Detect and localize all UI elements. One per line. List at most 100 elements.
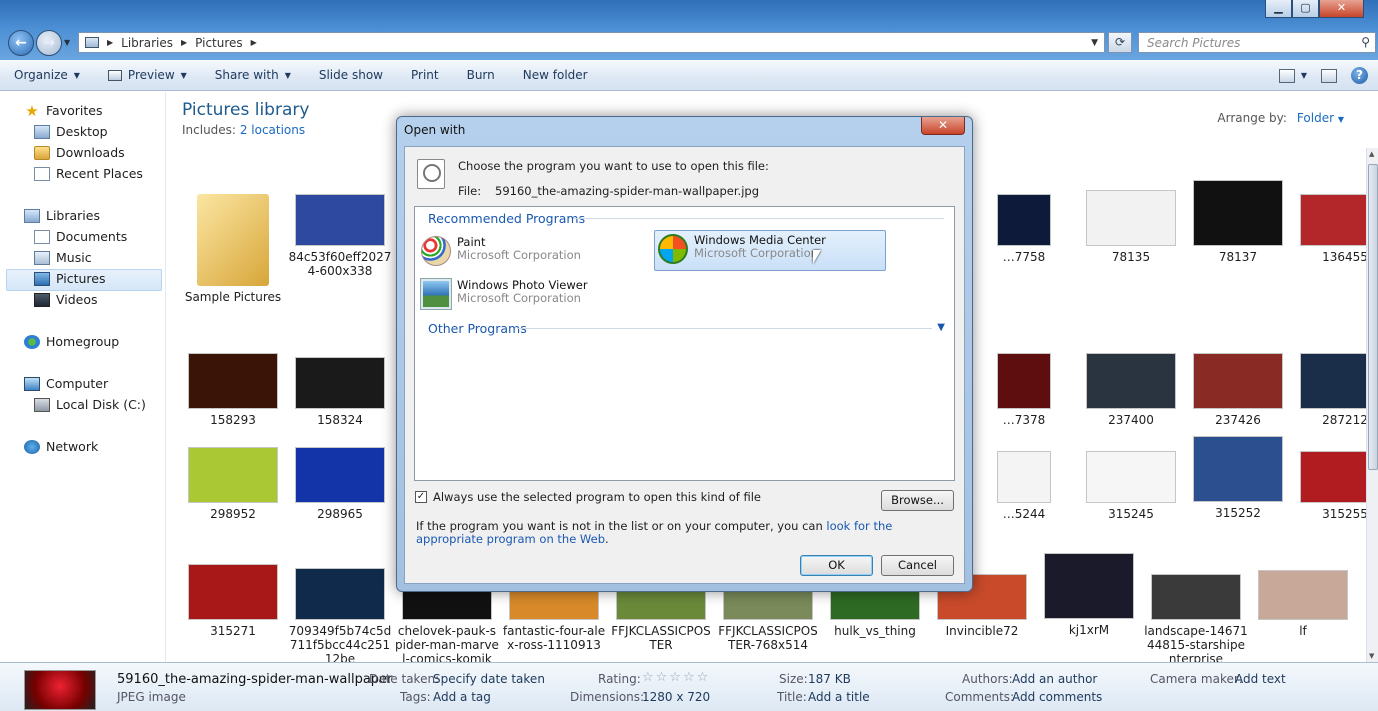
- new-folder-label: New folder: [522, 68, 588, 82]
- breadcrumb-separator-icon[interactable]: ▶: [107, 38, 113, 47]
- camera-maker-field[interactable]: Add text: [1235, 672, 1286, 686]
- breadcrumb-libraries[interactable]: Libraries: [121, 36, 173, 50]
- authors-field[interactable]: Add an author: [1012, 672, 1097, 686]
- sidebar-item-libraries[interactable]: Libraries: [24, 208, 100, 223]
- file-tile[interactable]: 298965: [288, 447, 392, 521]
- slide-show-button[interactable]: Slide show: [319, 68, 383, 82]
- organize-menu[interactable]: Organize ▼: [14, 68, 80, 82]
- sidebar-item-favorites[interactable]: ★ Favorites: [24, 103, 102, 118]
- file-tile[interactable]: 709349f5b74c5d711f5bcc44c25112be: [288, 568, 392, 662]
- maximize-button[interactable]: ▢: [1292, 0, 1319, 18]
- preview-menu[interactable]: Preview ▼: [107, 68, 187, 82]
- help-note: If the program you want is not in the li…: [416, 520, 956, 546]
- share-with-menu[interactable]: Share with ▼: [215, 68, 291, 82]
- program-windows-media-center[interactable]: Windows Media Center Microsoft Corporatio…: [654, 230, 886, 271]
- file-tile[interactable]: 315255: [1293, 451, 1366, 521]
- back-arrow-icon: ←: [15, 35, 27, 51]
- file-tile[interactable]: landscape-1467144815-starshipenterprise: [1144, 574, 1248, 662]
- expand-chevron-icon[interactable]: ▼: [937, 322, 945, 333]
- close-button[interactable]: ✕: [1319, 0, 1364, 18]
- file-tile[interactable]: 78135: [1079, 190, 1183, 264]
- refresh-button[interactable]: ⟳: [1108, 32, 1132, 53]
- address-bar[interactable]: ▶ Libraries ▶ Pictures ▶ ▼: [78, 32, 1105, 53]
- vertical-scrollbar[interactable]: ▲ ▼: [1366, 148, 1378, 662]
- sidebar-item-documents[interactable]: Documents: [34, 229, 127, 244]
- windows-media-center-icon: [658, 234, 688, 264]
- date-taken-field[interactable]: Specify date taken: [433, 672, 545, 686]
- file-tile[interactable]: 287212: [1293, 353, 1366, 427]
- rating-stars[interactable]: ☆☆☆☆☆: [642, 670, 710, 685]
- image-thumbnail: [1151, 574, 1241, 620]
- forward-button[interactable]: →: [36, 30, 62, 56]
- browse-button[interactable]: Browse...: [881, 490, 954, 511]
- file-tile[interactable]: …5244: [972, 451, 1076, 521]
- file-tile[interactable]: 237400: [1079, 353, 1183, 427]
- checkbox-checked-icon[interactable]: ✓: [415, 491, 427, 503]
- file-tile[interactable]: 315245: [1079, 451, 1183, 521]
- search-input[interactable]: Search Pictures ⚲: [1138, 32, 1376, 53]
- file-name-label: …7758: [1002, 250, 1046, 264]
- breadcrumb-separator-icon[interactable]: ▶: [181, 38, 187, 47]
- help-icon[interactable]: ?: [1351, 67, 1368, 84]
- sidebar-item-local-disk[interactable]: Local Disk (C:): [34, 397, 146, 412]
- file-tile[interactable]: 158324: [288, 357, 392, 427]
- always-use-checkbox[interactable]: ✓ Always use the selected program to ope…: [415, 490, 761, 504]
- sidebar-item-network[interactable]: Network: [24, 439, 98, 454]
- file-tile[interactable]: 78137: [1186, 180, 1290, 264]
- burn-button[interactable]: Burn: [467, 68, 495, 82]
- network-icon: [24, 439, 40, 454]
- program-paint[interactable]: Paint Microsoft Corporation: [418, 233, 648, 269]
- sidebar-item-videos[interactable]: Videos: [34, 292, 98, 307]
- file-tile[interactable]: lf: [1251, 570, 1355, 638]
- arrange-by-dropdown[interactable]: Folder ▼: [1297, 111, 1344, 125]
- other-programs-expander[interactable]: Other Programs: [428, 321, 527, 336]
- file-tile[interactable]: Sample Pictures: [181, 194, 285, 304]
- file-tile[interactable]: …7378: [972, 353, 1076, 427]
- file-tile[interactable]: 136455: [1293, 194, 1366, 264]
- library-includes: Includes: 2 locations: [182, 123, 305, 137]
- scroll-down-icon[interactable]: ▼: [1369, 652, 1374, 660]
- image-thumbnail: [1086, 451, 1176, 503]
- sidebar-item-desktop[interactable]: Desktop: [34, 124, 108, 139]
- file-name-label: FFJKCLASSICPOSTER-768x514: [718, 624, 818, 652]
- title-field[interactable]: Add a title: [808, 690, 870, 704]
- image-thumbnail: [1193, 180, 1283, 246]
- back-button[interactable]: ←: [8, 30, 34, 56]
- sidebar-item-downloads[interactable]: Downloads: [34, 145, 125, 160]
- file-tile[interactable]: kj1xrM: [1037, 553, 1141, 637]
- breadcrumb-separator-icon[interactable]: ▶: [251, 38, 257, 47]
- file-tile[interactable]: 315252: [1186, 436, 1290, 520]
- minimize-button[interactable]: ▁: [1265, 0, 1292, 18]
- scrollbar-thumb[interactable]: [1368, 164, 1378, 470]
- tags-field[interactable]: Add a tag: [433, 690, 491, 704]
- search-icon[interactable]: ⚲: [1361, 35, 1370, 49]
- file-tile[interactable]: 298952: [181, 447, 285, 521]
- file-name-label: lf: [1299, 624, 1307, 638]
- change-view-icon[interactable]: [1278, 68, 1295, 83]
- sidebar-item-recent-places[interactable]: Recent Places: [34, 166, 143, 181]
- preview-pane-icon[interactable]: [1321, 68, 1337, 83]
- print-button[interactable]: Print: [411, 68, 439, 82]
- sidebar-item-music[interactable]: Music: [34, 250, 92, 265]
- file-tile[interactable]: …7758: [972, 194, 1076, 264]
- breadcrumb-pictures[interactable]: Pictures: [195, 36, 243, 50]
- view-options-chevron-icon[interactable]: ▼: [1301, 71, 1307, 80]
- comments-field[interactable]: Add comments: [1012, 690, 1102, 704]
- file-tile[interactable]: 237426: [1186, 353, 1290, 427]
- file-tile[interactable]: 158293: [181, 353, 285, 427]
- recent-pages-dropdown[interactable]: ▼: [64, 38, 70, 47]
- ok-button[interactable]: OK: [800, 555, 873, 576]
- cancel-button[interactable]: Cancel: [881, 555, 954, 576]
- new-folder-button[interactable]: New folder: [523, 68, 588, 82]
- dialog-close-button[interactable]: ✕: [921, 117, 965, 135]
- address-history-dropdown[interactable]: ▼: [1091, 38, 1098, 48]
- locations-link[interactable]: 2 locations: [240, 123, 305, 137]
- file-tile[interactable]: 84c53f60eff20274-600x338: [288, 194, 392, 278]
- file-tile[interactable]: 315271: [181, 564, 285, 638]
- program-windows-photo-viewer[interactable]: Windows Photo Viewer Microsoft Corporatio…: [418, 276, 648, 312]
- sidebar-item-pictures[interactable]: Pictures: [34, 271, 106, 286]
- arrange-by-label: Arrange by:: [1217, 111, 1287, 125]
- sidebar-item-computer[interactable]: Computer: [24, 376, 108, 391]
- scroll-up-icon[interactable]: ▲: [1369, 150, 1374, 158]
- sidebar-item-homegroup[interactable]: Homegroup: [24, 334, 119, 349]
